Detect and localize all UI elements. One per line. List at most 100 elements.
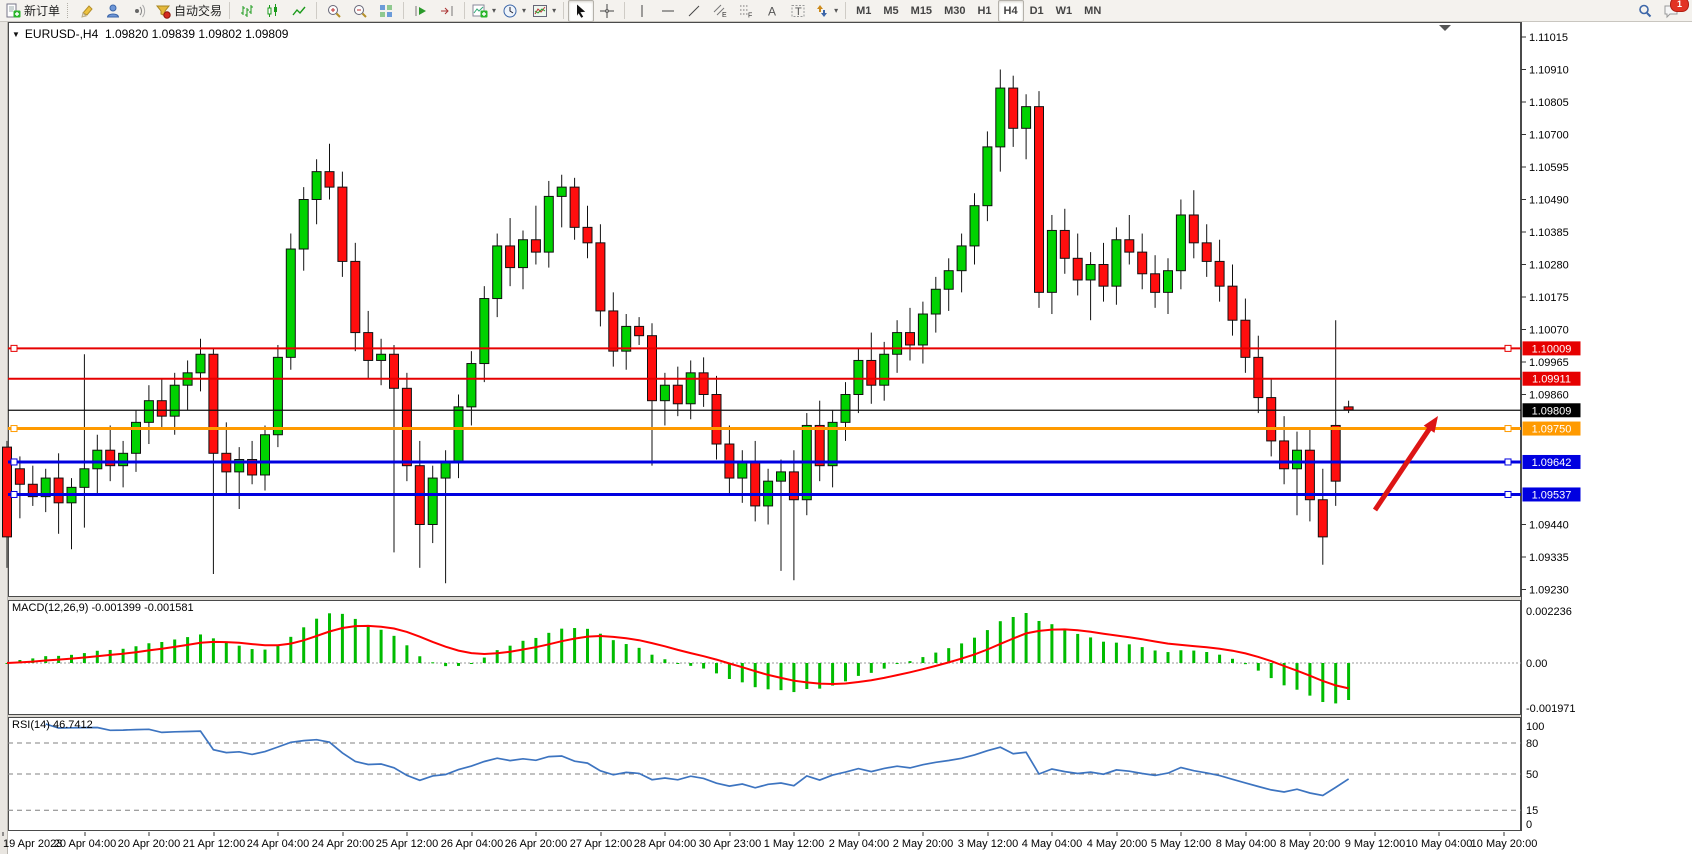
- equidistant-channel-tool-button[interactable]: E: [707, 0, 733, 22]
- candle: [506, 246, 515, 268]
- candle: [1267, 398, 1276, 441]
- candle: [570, 187, 579, 227]
- trendline-tool-button[interactable]: [681, 0, 707, 22]
- svg-text:1 May 12:00: 1 May 12:00: [764, 838, 825, 850]
- trendline-icon: [686, 3, 702, 19]
- line-chart-icon: [291, 3, 307, 19]
- cursor-tool-button[interactable]: [568, 0, 594, 22]
- price-axis: 1.110151.109101.108051.107001.105951.104…: [1521, 32, 1569, 596]
- dropdown-caret-icon: ▾: [834, 6, 838, 15]
- candle: [338, 187, 347, 261]
- bar-chart-mode-button[interactable]: [234, 0, 260, 22]
- candle: [377, 354, 386, 360]
- highlighter-button[interactable]: [74, 0, 100, 22]
- line-handle: [1505, 459, 1511, 465]
- candle: [544, 196, 553, 252]
- candle: [867, 360, 876, 385]
- candle: [1035, 107, 1044, 293]
- svg-text:100: 100: [1526, 721, 1544, 733]
- trading-platform-window: 新订单 自动交易 ▾ ▾ ▾ E F A T ▾: [0, 0, 1692, 854]
- arrows-icon: [814, 3, 830, 19]
- search-button[interactable]: [1632, 0, 1658, 22]
- new-order-button[interactable]: 新订单: [2, 0, 63, 22]
- periods-button[interactable]: ▾: [499, 0, 529, 22]
- timeframe-h1-button[interactable]: H1: [971, 0, 997, 22]
- timeframe-w1-button[interactable]: W1: [1050, 0, 1079, 22]
- candle: [119, 453, 128, 465]
- auto-trading-button[interactable]: 自动交易: [152, 0, 225, 22]
- svg-text:25 Apr 12:00: 25 Apr 12:00: [376, 838, 438, 850]
- timeframe-m1-button[interactable]: M1: [850, 0, 877, 22]
- candle: [1202, 243, 1211, 262]
- fibonacci-tool-button[interactable]: F: [733, 0, 759, 22]
- svg-text:1.11015: 1.11015: [1529, 32, 1568, 44]
- chart-shift-button[interactable]: [434, 0, 460, 22]
- signals-button[interactable]: [126, 0, 152, 22]
- candle: [531, 240, 540, 252]
- svg-text:4 May 20:00: 4 May 20:00: [1087, 838, 1148, 850]
- candle: [1344, 407, 1353, 410]
- templates-icon: [532, 3, 548, 19]
- zoom-out-button[interactable]: [347, 0, 373, 22]
- candle: [1009, 88, 1018, 128]
- svg-text:1.09911: 1.09911: [1532, 374, 1571, 386]
- dropdown-caret-icon: ▾: [552, 6, 556, 15]
- svg-text:9 May 12:00: 9 May 12:00: [1345, 838, 1406, 850]
- candle: [1138, 252, 1147, 274]
- svg-text:2 May 04:00: 2 May 04:00: [829, 838, 890, 850]
- candle: [648, 336, 657, 401]
- svg-text:1.10595: 1.10595: [1529, 162, 1569, 174]
- chart-canvas[interactable]: 1.110151.109101.108051.107001.105951.104…: [0, 0, 1692, 854]
- candle: [1228, 286, 1237, 320]
- timeframe-m5-button[interactable]: M5: [877, 0, 904, 22]
- auto-trading-icon: [155, 3, 171, 19]
- text-tool-button[interactable]: A: [759, 0, 785, 22]
- candle: [1099, 264, 1108, 286]
- candle: [880, 354, 889, 385]
- vertical-line-tool-button[interactable]: [629, 0, 655, 22]
- candle: [1254, 357, 1263, 397]
- timeframe-d1-button[interactable]: D1: [1024, 0, 1050, 22]
- text-label-tool-button[interactable]: T: [785, 0, 811, 22]
- tile-windows-button[interactable]: [373, 0, 399, 22]
- candle: [286, 249, 295, 357]
- publisher-button[interactable]: [100, 0, 126, 22]
- candle: [906, 333, 915, 345]
- candle: [1241, 320, 1250, 357]
- svg-text:1.09965: 1.09965: [1529, 357, 1569, 369]
- svg-text:0.00: 0.00: [1526, 658, 1547, 670]
- notifications-button[interactable]: 1: [1658, 0, 1684, 22]
- timeframe-mn-button[interactable]: MN: [1078, 0, 1107, 22]
- highlighter-icon: [79, 3, 95, 19]
- indicators-button[interactable]: ▾: [469, 0, 499, 22]
- candle: [519, 240, 528, 268]
- zoom-in-button[interactable]: [321, 0, 347, 22]
- candle: [402, 388, 411, 465]
- candlestick-mode-button[interactable]: [260, 0, 286, 22]
- horizontal-line-tool-button[interactable]: [655, 0, 681, 22]
- line-chart-mode-button[interactable]: [286, 0, 312, 22]
- chart-dropdown-icon[interactable]: ▼: [12, 30, 20, 39]
- timeframe-label: D1: [1027, 5, 1047, 17]
- toolbar-separator: [563, 2, 564, 19]
- crosshair-tool-button[interactable]: [594, 0, 620, 22]
- timeframe-h4-button[interactable]: H4: [998, 0, 1024, 22]
- candle: [1073, 258, 1082, 280]
- candle: [854, 360, 863, 394]
- svg-text:80: 80: [1526, 738, 1538, 750]
- auto-scroll-button[interactable]: [408, 0, 434, 22]
- zoom-in-icon: [326, 3, 342, 19]
- tile-windows-icon: [378, 3, 394, 19]
- templates-button[interactable]: ▾: [529, 0, 559, 22]
- timeframe-label: M1: [853, 5, 874, 17]
- vertical-line-icon: [634, 3, 650, 19]
- timeframe-m15-button[interactable]: M15: [905, 0, 938, 22]
- candle: [970, 206, 979, 246]
- toolbar-grip: [67, 3, 70, 18]
- candle: [931, 289, 940, 314]
- arrows-tool-button[interactable]: ▾: [811, 0, 841, 22]
- dropdown-caret-icon: ▾: [522, 6, 526, 15]
- candle: [957, 246, 966, 271]
- timeframe-m30-button[interactable]: M30: [938, 0, 971, 22]
- chart-ohlc-values: 1.09820 1.09839 1.09802 1.09809: [105, 27, 289, 41]
